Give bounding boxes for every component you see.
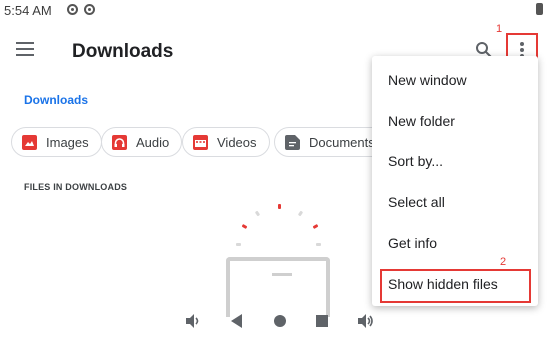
chip-images[interactable]: Images [11, 127, 102, 157]
document-icon [285, 134, 300, 150]
menu-item-sort-by[interactable]: Sort by... [388, 153, 443, 169]
page-title: Downloads [72, 41, 174, 62]
notification-icon [67, 4, 78, 15]
chip-audio[interactable]: Audio [101, 127, 183, 157]
chip-label: Audio [136, 134, 170, 150]
chip-documents[interactable]: Documents [274, 127, 388, 157]
menu-item-select-all[interactable]: Select all [388, 194, 445, 210]
more-vert-icon [520, 42, 524, 46]
annotation-marker-2: 2 [500, 256, 507, 268]
notification-icon [84, 4, 95, 15]
volume-up-icon[interactable] [356, 312, 374, 334]
section-header: FILES IN DOWNLOADS [24, 182, 128, 192]
status-time: 5:54 AM [4, 3, 52, 18]
menu-icon[interactable] [16, 42, 34, 56]
overflow-menu: New window New folder Sort by... Select … [372, 56, 538, 306]
chip-videos[interactable]: Videos [182, 127, 270, 157]
menu-item-new-window[interactable]: New window [388, 72, 467, 88]
device-illustration [226, 257, 330, 317]
menu-item-show-hidden-files[interactable]: Show hidden files [388, 276, 498, 292]
image-icon [22, 134, 37, 150]
battery-icon [536, 3, 543, 15]
back-icon[interactable] [229, 312, 245, 334]
headphones-icon [112, 134, 127, 150]
annotation-marker-1: 1 [496, 23, 503, 35]
chip-label: Images [46, 134, 89, 150]
menu-item-get-info[interactable]: Get info [388, 235, 437, 251]
volume-down-icon[interactable] [184, 312, 202, 334]
recents-icon[interactable] [314, 312, 330, 334]
movie-icon [193, 134, 208, 150]
chip-label: Documents [309, 134, 375, 150]
home-icon[interactable] [272, 312, 288, 334]
menu-item-new-folder[interactable]: New folder [388, 113, 455, 129]
chip-label: Videos [217, 134, 257, 150]
breadcrumb[interactable]: Downloads [24, 93, 88, 107]
